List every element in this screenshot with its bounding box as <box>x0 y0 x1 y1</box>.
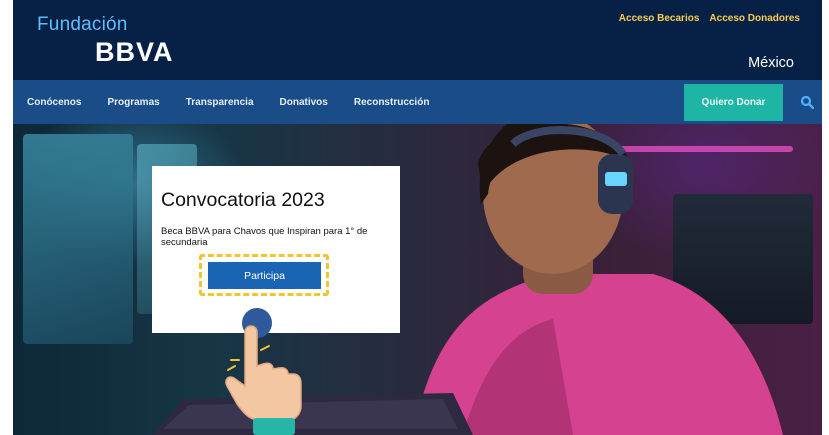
nav-item-programas[interactable]: Programas <box>107 97 159 108</box>
nav-item-transparencia[interactable]: Transparencia <box>186 97 254 108</box>
logo-fundacion[interactable]: Fundación <box>37 14 128 36</box>
link-acceso-becarios[interactable]: Acceso Becarios <box>619 13 700 24</box>
search-icon[interactable] <box>800 95 814 109</box>
donate-button[interactable]: Quiero Donar <box>684 84 783 121</box>
keyboard-illustration <box>153 393 473 435</box>
nav-item-donativos[interactable]: Donativos <box>280 97 328 108</box>
website-frame: Fundación BBVA Acceso Becarios Acceso Do… <box>13 0 822 435</box>
country-selector[interactable]: México <box>748 55 794 71</box>
card-title: Convocatoria 2023 <box>161 189 325 211</box>
nav-items: Conócenos Programas Transparencia Donati… <box>27 80 455 124</box>
card-description: Beca BBVA para Chavos que Inspiran para … <box>161 226 368 248</box>
hero-banner: Convocatoria 2023 Beca BBVA para Chavos … <box>13 124 822 435</box>
pointing-hand-icon <box>225 325 302 435</box>
monitor-left <box>23 134 133 344</box>
call-card: Convocatoria 2023 Beca BBVA para Chavos … <box>152 166 400 338</box>
main-nav: Conócenos Programas Transparencia Donati… <box>13 80 822 124</box>
logo-bbva[interactable]: BBVA <box>95 37 174 68</box>
nav-item-conocenos[interactable]: Conócenos <box>27 97 81 108</box>
site-header: Fundación BBVA Acceso Becarios Acceso Do… <box>13 0 822 80</box>
nav-item-reconstruccion[interactable]: Reconstrucción <box>354 97 430 108</box>
participa-button[interactable]: Participa <box>208 262 321 289</box>
top-links: Acceso Becarios Acceso Donadores <box>619 13 800 24</box>
link-acceso-donadores[interactable]: Acceso Donadores <box>709 13 800 24</box>
